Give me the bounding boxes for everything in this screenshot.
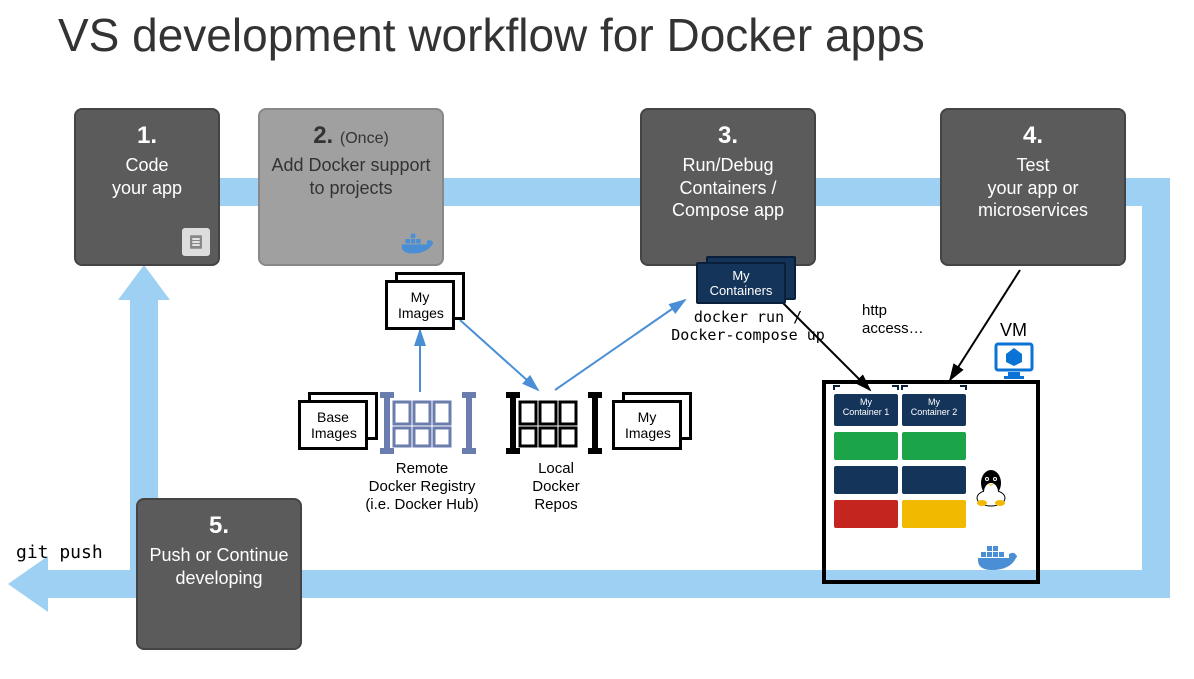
step-3-number: 3.	[652, 122, 804, 150]
docker-run-label: docker run / Docker-compose up	[668, 308, 828, 344]
step-2-box: 2. (Once) Add Docker support to projects	[258, 108, 444, 266]
step-3-box: 3. Run/Debug Containers / Compose app	[640, 108, 816, 266]
container-navy-2	[902, 466, 966, 494]
step-1-box: 1. Code your app	[74, 108, 220, 266]
base-images-box: Base Images	[298, 400, 368, 450]
container-navy-1	[834, 466, 898, 494]
container-red	[834, 500, 898, 528]
my-images-box: My Images	[385, 280, 455, 330]
remote-registry-caption: Remote Docker Registry (i.e. Docker Hub)	[352, 460, 492, 514]
remote-registry-icon	[378, 388, 478, 463]
step-2-once: (Once)	[340, 130, 389, 147]
step-4-text: Test your app or microservices	[978, 155, 1088, 220]
diagram-title: VS development workflow for Docker apps	[58, 8, 925, 62]
container-1: My Container 1	[834, 394, 898, 426]
step-4-box: 4. Test your app or microservices	[940, 108, 1126, 266]
vm-label: VM	[1000, 320, 1027, 342]
container-2: My Container 2	[902, 394, 966, 426]
step-1-number: 1.	[86, 122, 208, 150]
my-images-2-box: My Images	[612, 400, 682, 450]
local-repos-icon	[504, 388, 604, 463]
container-green-2	[902, 432, 966, 460]
step-3-text: Run/Debug Containers / Compose app	[672, 155, 784, 220]
docker-whale-icon	[400, 230, 436, 258]
step-2-number: 2. (Once)	[270, 122, 432, 150]
step-5-box: 5. Push or Continue developing	[136, 498, 302, 650]
step-5-number: 5.	[148, 512, 290, 540]
docker-whale-vm-icon	[976, 540, 1020, 579]
linux-tux-icon	[974, 468, 1008, 513]
http-access-label: http access…	[862, 302, 942, 338]
my-containers-box: My Containers	[696, 262, 786, 304]
document-icon	[182, 228, 210, 256]
local-repos-caption: Local Docker Repos	[516, 460, 596, 514]
git-push-label: git push	[16, 542, 103, 563]
container-green-1	[834, 432, 898, 460]
step-2-text: Add Docker support to projects	[271, 155, 430, 198]
flow-bar-right	[1142, 178, 1170, 598]
container-yellow	[902, 500, 966, 528]
step-5-text: Push or Continue developing	[149, 545, 288, 588]
step-1-text: Code your app	[112, 155, 182, 198]
step-4-number: 4.	[952, 122, 1114, 150]
